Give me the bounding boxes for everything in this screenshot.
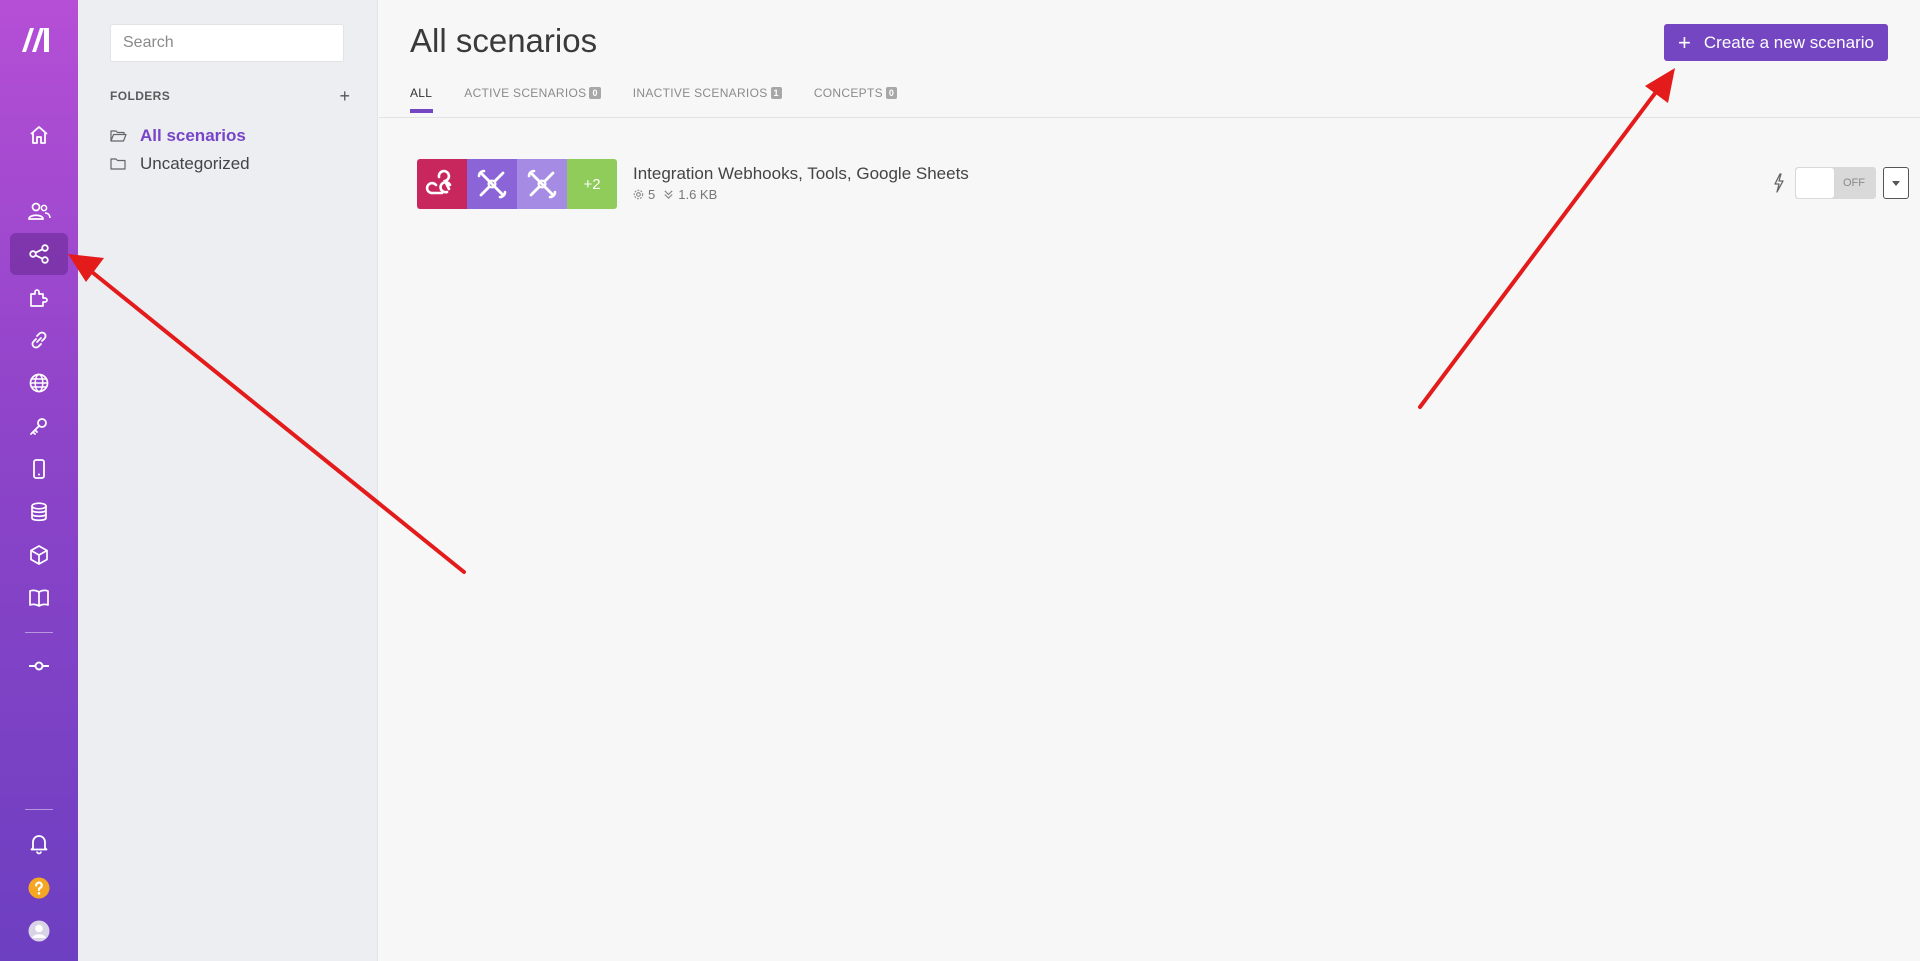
tab-count-badge: 0: [589, 87, 601, 99]
nav-scenarios[interactable]: [10, 233, 68, 275]
scenario-app-icons[interactable]: +2: [417, 159, 617, 209]
mobile-icon: [33, 459, 45, 479]
link-icon: [31, 331, 47, 349]
data-size: 1.6 KB: [678, 187, 718, 202]
nav-docs[interactable]: [10, 577, 68, 619]
nav-rail: [0, 0, 78, 961]
puzzle-icon: [30, 289, 48, 307]
tab-count-badge: 1: [770, 87, 782, 99]
tab-label: ALL: [410, 86, 433, 100]
scenario-name[interactable]: Integration Webhooks, Tools, Google Shee…: [633, 164, 969, 184]
toggle-knob: [1796, 168, 1834, 198]
webhooks-icon: [425, 169, 452, 195]
nav-webhooks[interactable]: [10, 362, 68, 404]
caret-down-icon: [1892, 180, 1900, 186]
team-icon: [28, 202, 51, 220]
tab-count-badge: 0: [885, 87, 898, 99]
create-scenario-label: Create a new scenario: [1703, 32, 1874, 52]
share-nodes-icon: [29, 244, 49, 264]
folder-label: Uncategorized: [140, 154, 250, 173]
avatar-icon: [28, 920, 50, 942]
nav-help[interactable]: [10, 867, 68, 909]
tab-inactive-scenarios[interactable]: INACTIVE SCENARIOS 1: [633, 86, 782, 113]
cube-icon: [30, 545, 48, 565]
bell-icon: [30, 835, 48, 855]
globe-icon: [29, 373, 49, 393]
page-title: All scenarios: [410, 22, 598, 59]
folder-label: All scenarios: [140, 126, 246, 145]
nav-home[interactable]: [10, 114, 68, 156]
app-tile-tools: [467, 159, 517, 209]
nav-keys[interactable]: [10, 405, 68, 447]
scenario-meta: 5 1.6 KB: [633, 187, 717, 202]
operations-count: 5: [648, 187, 656, 202]
app-tile-webhooks: [417, 159, 467, 209]
folders-panel: FOLDERS + All scenarios Uncategorized: [78, 0, 378, 961]
scenario-row[interactable]: +2 Integration Webhooks, Tools, Google S…: [417, 159, 1909, 209]
toggle-state: OFF: [1843, 177, 1865, 189]
search-input[interactable]: [110, 24, 344, 62]
tabs-divider: [379, 117, 1920, 118]
folder-open-icon: [110, 130, 127, 142]
main-content: All scenarios + Create a new scenario AL…: [379, 0, 1920, 961]
tab-label: INACTIVE SCENARIOS: [632, 86, 768, 100]
home-icon: [30, 126, 48, 144]
folders-title: FOLDERS: [110, 89, 171, 103]
folder-uncategorized[interactable]: Uncategorized: [110, 154, 250, 174]
app-tile-tools: [517, 159, 567, 209]
run-once-bolt-icon[interactable]: [1772, 173, 1786, 193]
commit-icon: [29, 661, 49, 671]
nav-divider: [25, 809, 53, 810]
help-icon: [28, 877, 50, 899]
tools-icon: [527, 169, 557, 199]
tools-icon: [477, 169, 507, 199]
tab-all[interactable]: ALL: [410, 86, 434, 113]
nav-devices[interactable]: [10, 448, 68, 490]
nav-datastores[interactable]: [10, 491, 68, 533]
nav-notifications[interactable]: [10, 822, 68, 864]
book-icon: [29, 589, 49, 607]
nav-profile[interactable]: [10, 910, 68, 952]
scenario-options-dropdown[interactable]: [1883, 167, 1909, 199]
folder-icon: [110, 158, 126, 170]
add-folder-button[interactable]: +: [339, 87, 350, 105]
key-icon: [30, 418, 47, 435]
tab-label: CONCEPTS: [813, 86, 883, 100]
plus-icon: +: [1678, 29, 1691, 55]
data-transfer-icon: [664, 190, 673, 200]
nav-team[interactable]: [10, 190, 68, 232]
operations-icon: [633, 189, 644, 200]
tab-concepts[interactable]: CONCEPTS 0: [813, 86, 898, 113]
nav-commit[interactable]: [10, 645, 68, 687]
create-scenario-button[interactable]: + Create a new scenario: [1664, 24, 1888, 61]
more-apps-badge: +2: [567, 159, 617, 209]
folders-header: FOLDERS +: [110, 87, 350, 105]
scenario-toggle[interactable]: OFF: [1795, 167, 1876, 199]
database-icon: [31, 502, 47, 522]
tab-label: ACTIVE SCENARIOS: [464, 86, 587, 100]
scenario-tabs: ALL ACTIVE SCENARIOS 0 INACTIVE SCENARIO…: [410, 86, 898, 113]
make-logo-icon[interactable]: [19, 22, 59, 56]
nav-templates[interactable]: [10, 276, 68, 318]
folder-all-scenarios[interactable]: All scenarios: [110, 126, 246, 146]
nav-datastructures[interactable]: [10, 534, 68, 576]
nav-divider: [25, 632, 53, 633]
nav-connections[interactable]: [10, 319, 68, 361]
tab-active-scenarios[interactable]: ACTIVE SCENARIOS 0: [464, 86, 601, 113]
